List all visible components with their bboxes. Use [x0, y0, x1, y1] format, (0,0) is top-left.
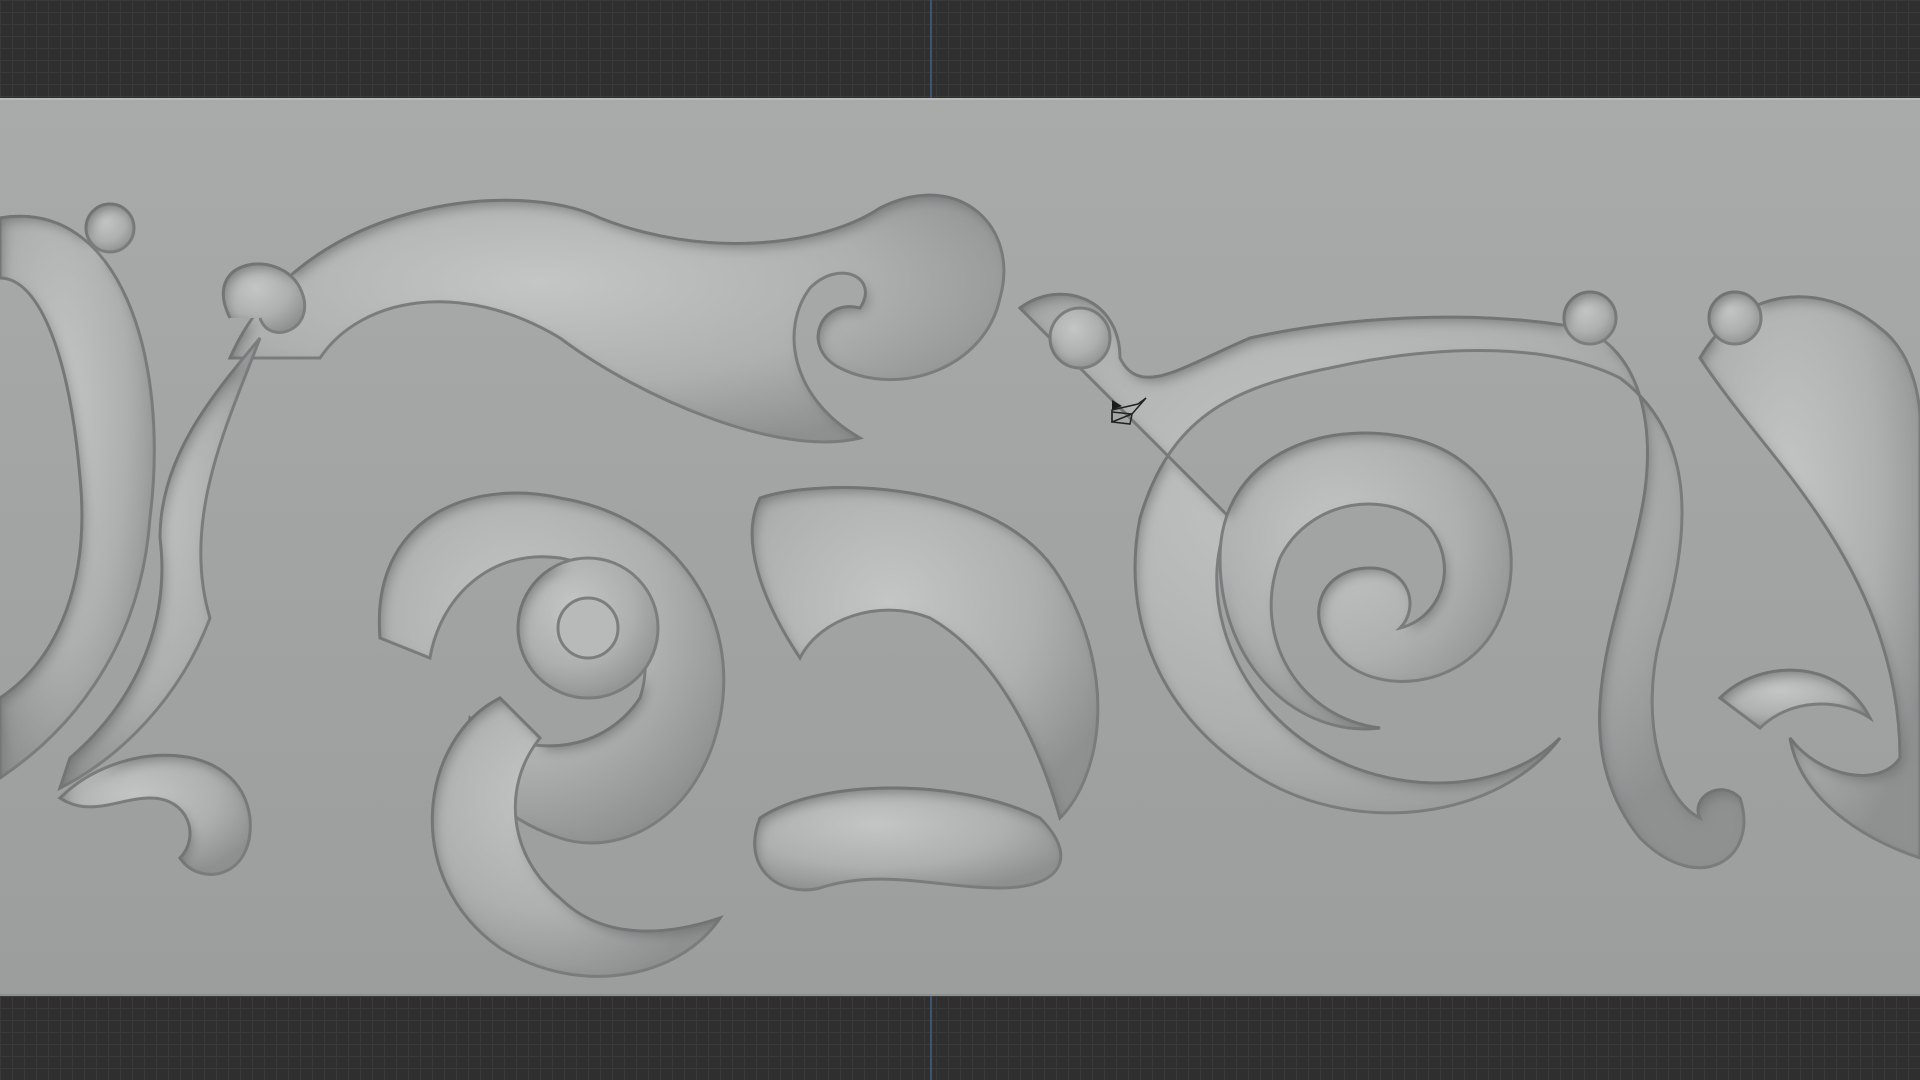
camera-gizmo-shape [1111, 397, 1147, 425]
scroll-group [0, 193, 1920, 978]
relief-panel-mesh[interactable] [0, 98, 1920, 996]
relief-ornament [0, 193, 1920, 978]
camera-icon[interactable] [1108, 396, 1152, 432]
3d-viewport[interactable] [0, 0, 1920, 1080]
